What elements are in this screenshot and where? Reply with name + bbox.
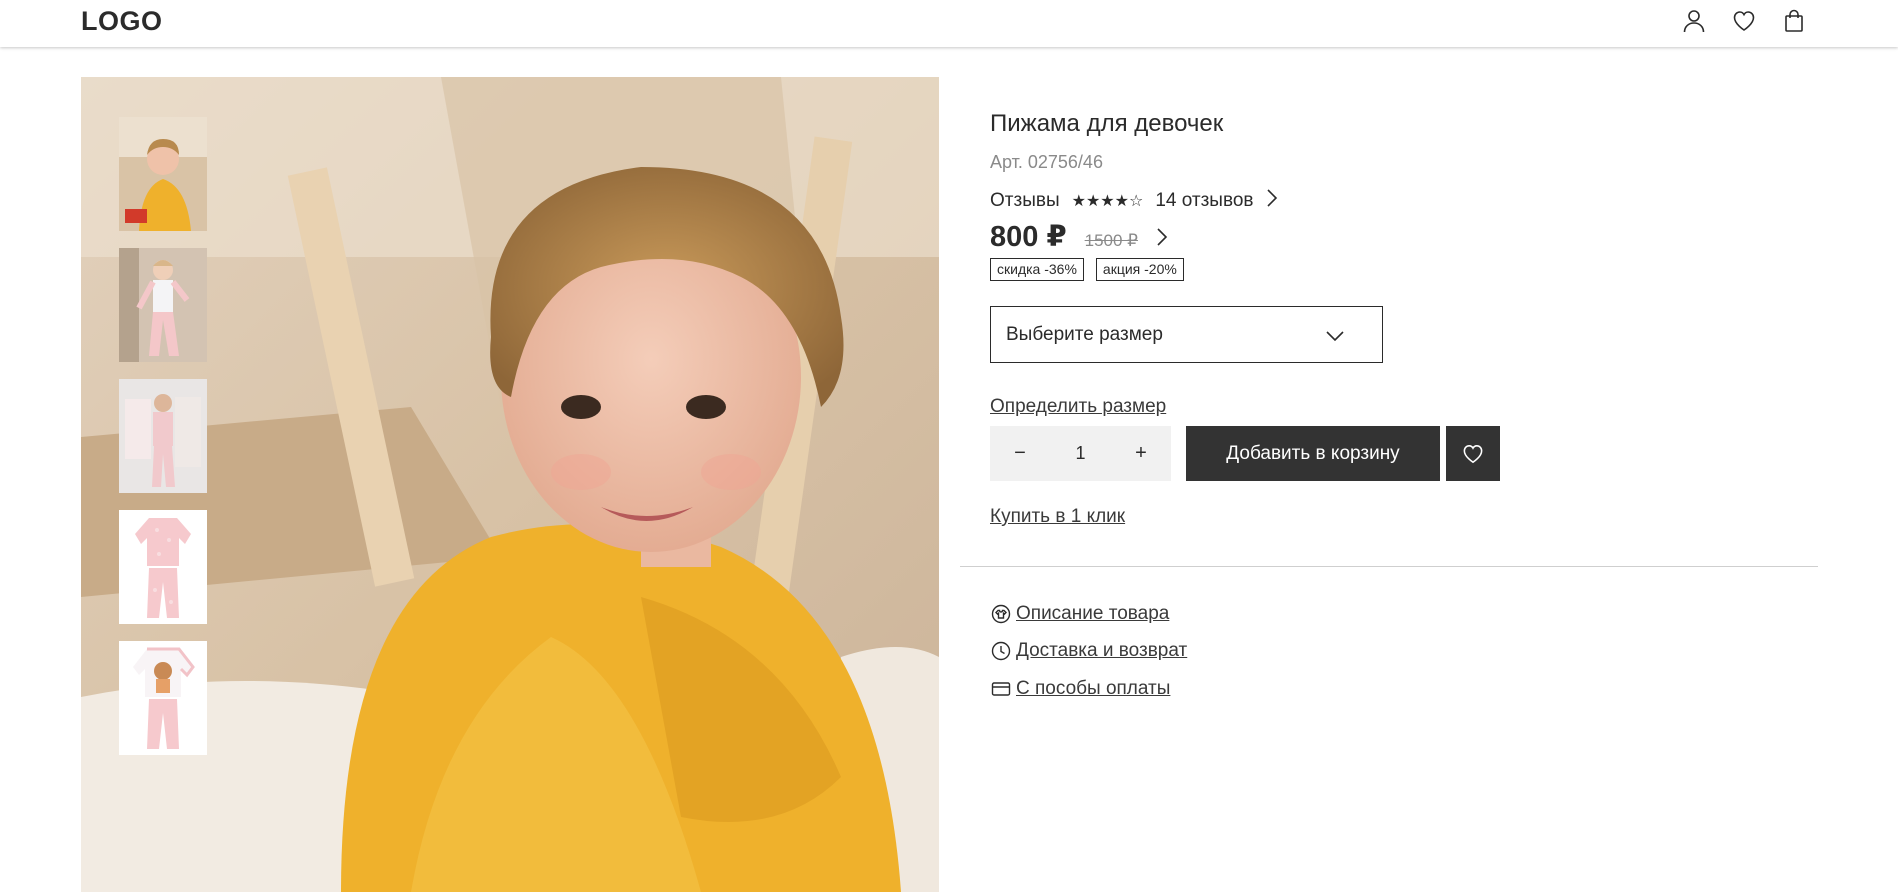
chevron-right-icon[interactable]: [1266, 189, 1278, 213]
description-link[interactable]: Описание товара: [990, 603, 1169, 625]
payment-link[interactable]: С пособы оплаты: [990, 678, 1170, 700]
current-price: 800 ₽: [990, 221, 1067, 253]
payment-link-label[interactable]: С пособы оплаты: [1016, 678, 1170, 700]
promo-badge: акция -20%: [1095, 258, 1184, 281]
chevron-down-icon: [1326, 326, 1344, 348]
buy-one-click-link[interactable]: Купить в 1 клик: [990, 506, 1125, 528]
thumbnail-5[interactable]: [119, 641, 207, 755]
decrease-quantity-button[interactable]: −: [990, 426, 1050, 481]
increase-quantity-button[interactable]: +: [1111, 426, 1171, 481]
size-select[interactable]: Выберите размер: [990, 306, 1383, 363]
thumbnail-3[interactable]: [119, 379, 207, 493]
reviews-count-link[interactable]: 14 отзывов: [1155, 190, 1253, 212]
delivery-link-label[interactable]: Доставка и возврат: [1016, 640, 1187, 662]
heart-icon: [1463, 444, 1483, 463]
divider: [960, 566, 1818, 567]
old-price: 1500 ₽: [1084, 231, 1138, 250]
rating-stars: ★★★★☆: [1071, 193, 1144, 210]
bag-icon[interactable]: [1779, 6, 1809, 36]
site-header: LOGO: [0, 0, 1898, 47]
user-icon[interactable]: [1679, 6, 1709, 36]
chevron-right-icon[interactable]: [1156, 228, 1168, 251]
tshirt-icon: [990, 603, 1012, 625]
discount-badge: скидка -36%: [990, 258, 1084, 281]
add-to-favorites-button[interactable]: [1446, 426, 1500, 481]
quantity-stepper: − 1 +: [990, 426, 1171, 481]
badges: скидка -36% акция -20%: [990, 258, 1184, 281]
size-select-value: Выберите размер: [1006, 323, 1163, 345]
size-guide-link[interactable]: Определить размер: [990, 396, 1166, 418]
thumbnail-2[interactable]: [119, 248, 207, 362]
reviews-row[interactable]: Отзывы ★★★★☆ 14 отзывов: [990, 189, 1278, 213]
quantity-value[interactable]: 1: [1050, 443, 1111, 464]
thumbnail-1[interactable]: [119, 117, 207, 231]
thumbnail-4[interactable]: [119, 510, 207, 624]
heart-icon[interactable]: [1729, 6, 1759, 36]
card-icon: [990, 678, 1012, 700]
delivery-link[interactable]: Доставка и возврат: [990, 640, 1187, 662]
add-to-cart-button[interactable]: Добавить в корзину: [1186, 426, 1440, 481]
description-link-label[interactable]: Описание товара: [1016, 603, 1169, 625]
product-title: Пижама для девочек: [990, 110, 1224, 137]
product-main-image[interactable]: [81, 77, 939, 892]
clock-icon: [990, 640, 1012, 662]
reviews-label: Отзывы: [990, 190, 1060, 211]
product-sku: Арт. 02756/46: [990, 152, 1103, 172]
logo[interactable]: LOGO: [81, 6, 163, 37]
price-row: 800 ₽ 1500 ₽: [990, 219, 1168, 255]
